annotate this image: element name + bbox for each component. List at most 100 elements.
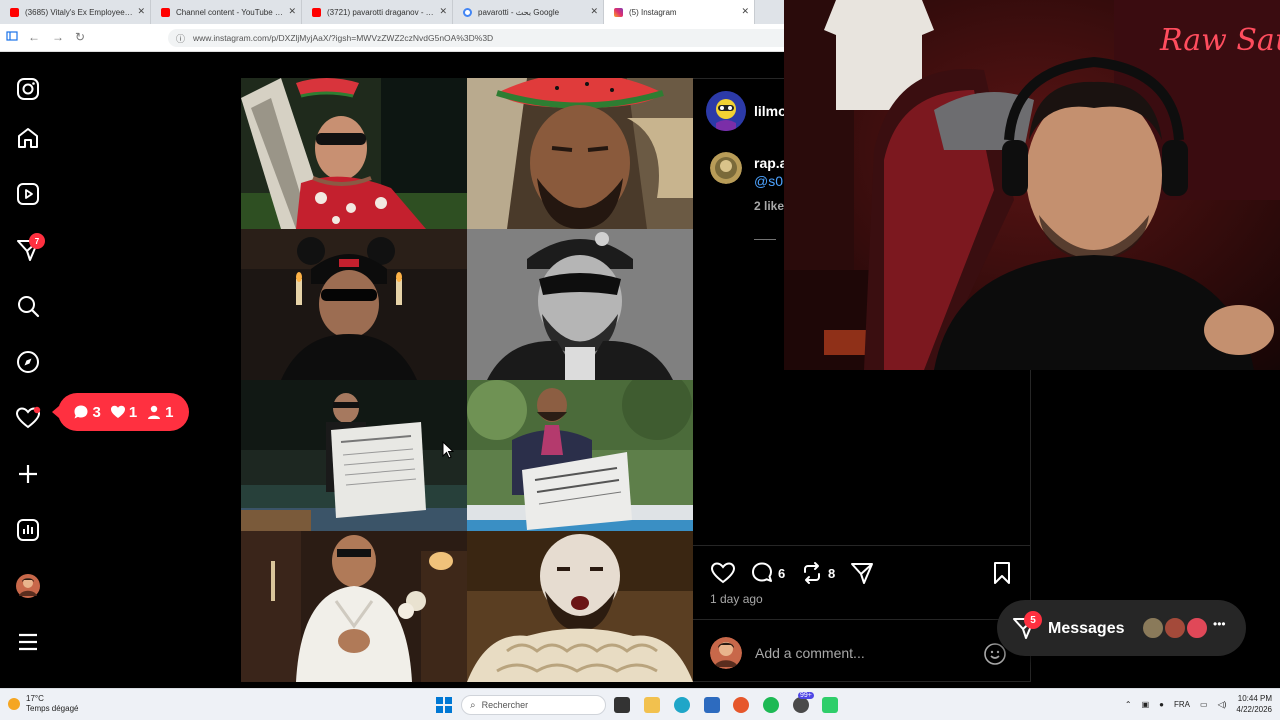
save-button[interactable] xyxy=(991,561,1013,585)
follow-count-value: 1 xyxy=(165,403,174,421)
weather-condition: Temps dégagé xyxy=(26,704,79,713)
share-button[interactable] xyxy=(850,561,874,585)
messages-badge: 7 xyxy=(29,233,45,249)
collage-photo xyxy=(241,531,467,682)
chat-avatar xyxy=(1163,616,1187,640)
more-menu-icon[interactable] xyxy=(13,627,43,657)
collage-photo xyxy=(241,380,467,531)
tab-title: (3721) pavarotti draganov - You xyxy=(327,7,436,17)
post-timestamp[interactable]: 1 day ago xyxy=(710,592,763,606)
activity-notification-pill[interactable]: 3 1 1 xyxy=(52,393,189,431)
comment-count-value: 3 xyxy=(92,403,101,421)
tab-title: (5) Instagram xyxy=(629,7,677,17)
search-icon[interactable] xyxy=(13,291,43,321)
screen: (3685) Vitaly's Ex Employee Just ✕ Chann… xyxy=(0,0,1280,720)
instagram-sidebar: 7 xyxy=(0,52,60,688)
author-avatar[interactable] xyxy=(706,91,746,131)
create-icon[interactable] xyxy=(13,459,43,489)
comment-likes[interactable]: 2 like xyxy=(754,199,784,213)
start-button[interactable] xyxy=(436,697,452,713)
commenter-avatar[interactable] xyxy=(710,152,742,184)
comment-outline-icon xyxy=(752,562,772,582)
repost-button[interactable]: 8 xyxy=(800,561,835,585)
like-count-value: 1 xyxy=(128,403,138,421)
taskbar-search[interactable]: ⌕ Rechercher xyxy=(461,695,606,715)
mouse-cursor xyxy=(442,441,454,459)
repost-icon xyxy=(804,562,820,584)
address-bar: ← → ↻ ⓘ www.instagram.com/p/DXZljMyjAaX/… xyxy=(0,24,784,52)
mic-icon[interactable]: ● xyxy=(1159,700,1164,709)
app-icon[interactable] xyxy=(822,697,838,713)
collage-photo xyxy=(241,229,467,380)
display-icon[interactable]: ▭ xyxy=(1200,700,1208,709)
more-dots-icon[interactable]: ••• xyxy=(1213,617,1226,631)
sidebar-toggle-icon[interactable] xyxy=(6,30,18,45)
close-tab-icon[interactable]: ✕ xyxy=(288,6,296,17)
url-field[interactable]: ⓘ www.instagram.com/p/DXZljMyjAaX/?igsh=… xyxy=(168,29,784,47)
task-view-icon[interactable] xyxy=(614,697,630,713)
explore-icon[interactable] xyxy=(13,347,43,377)
follow-count: 1 xyxy=(146,403,174,421)
view-replies-divider[interactable] xyxy=(754,239,776,240)
close-tab-icon[interactable]: ✕ xyxy=(439,6,447,17)
whatsapp-badge: 99+ xyxy=(798,692,814,699)
back-icon[interactable]: ← xyxy=(28,30,40,44)
like-button[interactable] xyxy=(710,561,736,585)
dashboard-icon[interactable] xyxy=(13,515,43,545)
edge-icon[interactable] xyxy=(674,697,690,713)
notifications-icon[interactable] xyxy=(13,403,43,433)
reels-icon[interactable] xyxy=(13,179,43,209)
instagram-logo-icon[interactable] xyxy=(13,74,43,104)
comment-count-label: 6 xyxy=(778,565,786,581)
whatsapp-icon[interactable] xyxy=(793,697,809,713)
instagram-icon xyxy=(614,7,623,17)
site-info-icon[interactable]: ⓘ xyxy=(176,32,185,45)
commenter-username[interactable]: rap.a xyxy=(754,155,787,171)
repost-count-label: 8 xyxy=(828,565,836,581)
system-tray: ⌃ ▣ ● FRA ▭ ◁) 10:44 PM 4/22/2026 xyxy=(1125,693,1272,715)
messages-pill[interactable]: 5 Messages ••• xyxy=(997,600,1246,656)
add-comment-input[interactable]: Add a comment... xyxy=(755,645,865,661)
clock[interactable]: 10:44 PM 4/22/2026 xyxy=(1236,693,1272,715)
close-tab-icon[interactable]: ✕ xyxy=(137,6,145,17)
close-tab-icon[interactable]: ✕ xyxy=(590,6,598,17)
home-icon[interactable] xyxy=(13,123,43,153)
file-explorer-icon[interactable] xyxy=(644,697,660,713)
profile-avatar[interactable] xyxy=(13,571,43,601)
post-image[interactable] xyxy=(241,78,693,682)
neon-sign: Raw Sauce xyxy=(1159,23,1280,58)
store-icon[interactable] xyxy=(704,697,720,713)
tray-overflow-icon[interactable]: ⌃ xyxy=(1125,700,1132,709)
browser-tab[interactable]: (3685) Vitaly's Ex Employee Just ✕ xyxy=(0,0,151,24)
forward-icon[interactable]: → xyxy=(52,30,64,44)
search-icon: ⌕ xyxy=(470,699,476,711)
google-icon xyxy=(463,7,472,17)
firefox-icon[interactable] xyxy=(733,697,749,713)
recent-chat-avatars xyxy=(1141,616,1221,640)
comment-button[interactable]: 6 xyxy=(750,561,785,585)
spotify-icon[interactable] xyxy=(763,697,779,713)
post-author-username[interactable]: lilmo xyxy=(754,103,787,119)
clock-time: 10:44 PM xyxy=(1237,694,1272,703)
messages-icon[interactable]: 7 xyxy=(13,233,45,265)
reload-icon[interactable]: ↻ xyxy=(75,30,85,44)
tab-title: Channel content - YouTube Stu xyxy=(176,7,285,17)
close-tab-icon[interactable]: ✕ xyxy=(741,6,749,17)
browser-tab[interactable]: Channel content - YouTube Stu ✕ xyxy=(151,0,302,24)
collage-photo xyxy=(467,229,693,380)
browser-tab-bar: (3685) Vitaly's Ex Employee Just ✕ Chann… xyxy=(0,0,784,24)
comment-mention-link[interactable]: @s0 xyxy=(754,173,783,189)
messages-unread-badge: 5 xyxy=(1024,611,1042,629)
sun-icon xyxy=(8,698,20,710)
browser-tab-active[interactable]: (5) Instagram ✕ xyxy=(604,0,755,24)
browser-tab[interactable]: pavarotti - بحث Google ✕ xyxy=(453,0,604,24)
collage-photo xyxy=(467,380,693,531)
collage-photo xyxy=(467,78,693,229)
language-indicator[interactable]: FRA xyxy=(1174,700,1190,709)
tab-title: pavarotti - بحث Google xyxy=(478,7,560,17)
browser-tab[interactable]: (3721) pavarotti draganov - You ✕ xyxy=(302,0,453,24)
volume-icon[interactable]: ◁) xyxy=(1218,700,1227,709)
network-icon[interactable]: ▣ xyxy=(1142,700,1150,709)
post-actions-bar: 6 8 xyxy=(693,545,1031,584)
weather-widget[interactable]: 17°C Temps dégagé xyxy=(8,694,78,714)
